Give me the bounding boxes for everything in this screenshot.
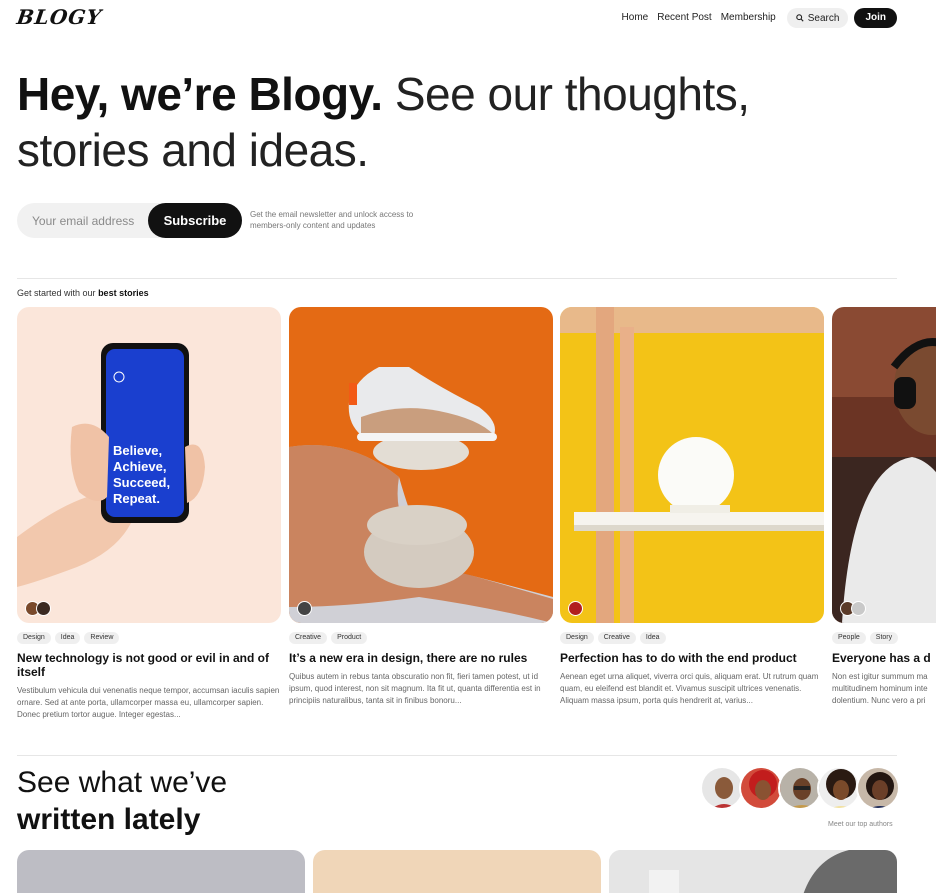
author-avatar[interactable]	[739, 766, 783, 810]
author-avatar[interactable]	[817, 766, 861, 810]
subscribe-form: Subscribe	[17, 203, 242, 238]
email-input[interactable]	[17, 203, 157, 238]
tag[interactable]: Design	[17, 632, 51, 644]
tag[interactable]: Idea	[639, 632, 666, 644]
nav-recent-post-link[interactable]: Recent Post	[657, 8, 711, 28]
tag[interactable]: Creative	[289, 632, 328, 644]
card-tags: Design Creative Idea	[560, 632, 824, 644]
story-image[interactable]	[289, 307, 553, 623]
story-card[interactable]: Believe, Achieve, Succeed, Repeat. Desig…	[17, 307, 281, 721]
tag[interactable]: Design	[560, 632, 594, 644]
svg-text:Believe,: Believe,	[113, 443, 162, 458]
site-logo[interactable]: BLOGY	[15, 5, 103, 29]
hero-heading: Hey, we’re Blogy. See our thoughts, stor…	[17, 66, 877, 178]
card-authors	[840, 601, 866, 616]
card-authors	[297, 601, 312, 616]
tag[interactable]: Idea	[54, 632, 81, 644]
divider	[17, 755, 897, 756]
search-label: Search	[807, 12, 840, 24]
avatar[interactable]	[297, 601, 312, 616]
author-avatar[interactable]	[700, 766, 744, 810]
story-image[interactable]: Believe, Achieve, Succeed, Repeat.	[17, 307, 281, 623]
latest-post-image[interactable]	[313, 850, 601, 893]
hero-bold: Hey, we’re Blogy.	[17, 68, 383, 120]
card-tags: Design Idea Review	[17, 632, 281, 644]
card-title[interactable]: New technology is not good or evil in an…	[17, 651, 281, 679]
best-prefix: Get started with our	[17, 288, 96, 298]
sneaker-on-stones-image	[289, 307, 553, 623]
latest-post-photo	[609, 850, 897, 893]
person-with-headphones-image	[832, 307, 936, 623]
svg-text:Repeat.: Repeat.	[113, 491, 160, 506]
join-button[interactable]: Join	[854, 8, 897, 28]
tag[interactable]: Review	[84, 632, 120, 644]
story-image[interactable]	[832, 307, 936, 623]
best-bold: best stories	[98, 288, 149, 298]
top-authors-label: Meet our top authors	[828, 821, 893, 828]
subscribe-button[interactable]: Subscribe	[148, 203, 242, 238]
latest-heading: See what we’ve written lately	[17, 764, 227, 838]
top-navigation: BLOGY Home Recent Post Membership Search…	[0, 0, 936, 36]
latest-line1: See what we’ve	[17, 766, 228, 799]
card-excerpt: Vestibulum vehicula dui venenatis neque …	[17, 686, 280, 719]
latest-post-image[interactable]	[17, 850, 305, 893]
card-tags: People Story	[832, 632, 936, 644]
card-title[interactable]: Perfection has to do with the end produc…	[560, 651, 824, 665]
card-authors	[568, 601, 583, 616]
nav-home-link[interactable]: Home	[622, 8, 649, 28]
card-excerpt: Quibus autem in rebus tanta obscuratio n…	[289, 672, 541, 705]
lamp-on-shelf-image	[560, 307, 824, 623]
top-authors	[700, 766, 900, 810]
card-title[interactable]: Everyone has a d	[832, 651, 936, 665]
card-title[interactable]: It’s a new era in design, there are no r…	[289, 651, 553, 665]
avatar[interactable]	[36, 601, 51, 616]
phone-in-hand-image: Believe, Achieve, Succeed, Repeat.	[17, 307, 281, 623]
avatar[interactable]	[851, 601, 866, 616]
divider	[17, 278, 897, 279]
tag[interactable]: Creative	[597, 632, 636, 644]
best-stories-label: Get started with our best stories	[17, 288, 149, 298]
author-avatar[interactable]	[856, 766, 900, 810]
search-button[interactable]: Search	[786, 8, 849, 28]
author-avatar[interactable]	[778, 766, 822, 810]
svg-text:Achieve,: Achieve,	[113, 459, 166, 474]
story-card[interactable]: Creative Product It’s a new era in desig…	[289, 307, 553, 707]
story-image[interactable]	[560, 307, 824, 623]
card-tags: Creative Product	[289, 632, 553, 644]
tag[interactable]: People	[832, 632, 866, 644]
tag[interactable]: Story	[869, 632, 899, 644]
search-icon	[795, 14, 804, 22]
story-card[interactable]: People Story Everyone has a d Non est ig…	[832, 307, 936, 727]
card-excerpt: Aenean eget urna aliquet, viverra orci q…	[560, 672, 819, 705]
card-authors	[25, 601, 51, 616]
nav-links: Home Recent Post Membership Search Join	[622, 8, 897, 28]
svg-text:Succeed,: Succeed,	[113, 475, 170, 490]
avatar[interactable]	[568, 601, 583, 616]
card-excerpt: Non est igitur summum ma multitudinem ho…	[832, 672, 928, 705]
tag[interactable]: Product	[331, 632, 368, 644]
latest-line2: written lately	[17, 803, 201, 836]
subscribe-note: Get the email newsletter and unlock acce…	[250, 210, 414, 230]
story-card[interactable]: Design Creative Idea Perfection has to d…	[560, 307, 824, 707]
nav-membership-link[interactable]: Membership	[721, 8, 776, 28]
latest-post-image[interactable]	[609, 850, 897, 893]
